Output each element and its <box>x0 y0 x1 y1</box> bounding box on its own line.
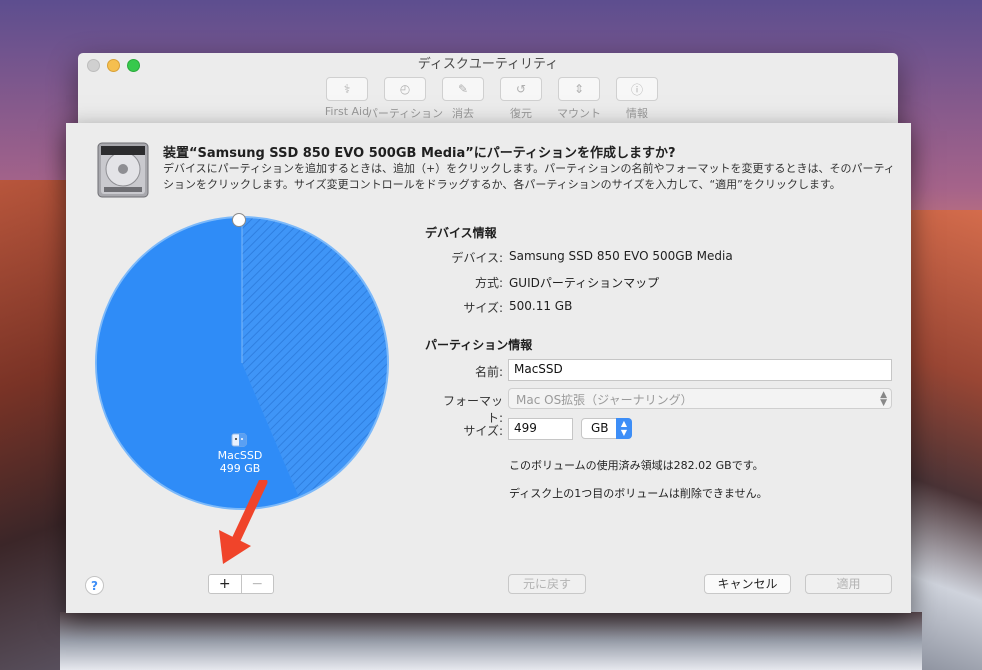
info-icon[interactable]: ⓘ <box>616 77 658 101</box>
device-size-value: 500.11 GB <box>509 299 573 313</box>
toolbar-label: 消去 <box>452 107 474 120</box>
device-label: デバイス: <box>451 251 503 265</box>
add-partition-button[interactable]: + <box>209 575 242 593</box>
toolbar-label: パーティション <box>366 107 444 120</box>
minimize-button[interactable] <box>107 59 120 72</box>
zoom-button[interactable] <box>127 59 140 72</box>
chevron-updown-icon: ▲ ▼ <box>880 390 887 408</box>
toolbar-label: マウント <box>557 107 601 120</box>
toolbar-mount[interactable]: ⇕ マウント <box>550 77 608 121</box>
chevron-updown-icon: ▲ ▼ <box>616 418 632 439</box>
size-unit-popup[interactable]: GB ▲ ▼ <box>581 418 632 439</box>
cancel-button[interactable]: キャンセル <box>704 574 791 594</box>
close-button[interactable] <box>87 59 100 72</box>
partition-sheet: 装置“Samsung SSD 850 EVO 500GB Media”にパーティ… <box>66 123 911 613</box>
desktop-wallpaper-right <box>902 210 982 670</box>
toolbar-label: First Aid <box>324 105 370 118</box>
revert-button[interactable]: 元に戻す <box>508 574 586 594</box>
partition-info-title: パーティション情報 <box>425 338 533 352</box>
format-value: Mac OS拡張（ジャーナリング） <box>516 393 693 407</box>
device-info-title: デバイス情報 <box>425 226 497 240</box>
window-title: ディスクユーティリティ <box>417 57 559 72</box>
partition-size-input[interactable]: 499 <box>508 418 573 440</box>
sheet-heading: 装置“Samsung SSD 850 EVO 500GB Media”にパーティ… <box>163 146 676 161</box>
toolbar-partition[interactable]: ◴ パーティション <box>367 77 443 121</box>
toolbar-restore[interactable]: ↺ 復元 <box>492 77 550 121</box>
device-size-label: サイズ: <box>463 301 503 315</box>
delete-note: ディスク上の1つ目のボリュームは削除できません。 <box>509 487 768 500</box>
mount-icon[interactable]: ⇕ <box>558 77 600 101</box>
pie-partition-name: MacSSD <box>217 449 263 462</box>
apply-button[interactable]: 適用 <box>805 574 892 594</box>
restore-icon[interactable]: ↺ <box>500 77 542 101</box>
help-button[interactable]: ? <box>85 576 104 595</box>
pie-partition-size: 499 GB <box>219 462 261 475</box>
hard-drive-icon <box>97 142 149 198</box>
used-space-note: このボリュームの使用済み領域は282.02 GBです。 <box>509 459 764 472</box>
volume-finder-icon <box>231 433 247 447</box>
size-unit-value: GB <box>591 421 609 435</box>
format-label: フォーマット: <box>442 394 503 425</box>
format-popup[interactable]: Mac OS拡張（ジャーナリング） ▲ ▼ <box>508 388 892 409</box>
partition-icon[interactable]: ◴ <box>384 77 426 101</box>
add-remove-control: + − <box>208 574 274 594</box>
toolbar: ⚕ First Aid ◴ パーティション ✎ 消去 ↺ 復元 ⇕ マウント ⓘ… <box>318 77 666 121</box>
name-label: 名前: <box>474 365 503 379</box>
resize-handle[interactable] <box>232 213 246 227</box>
toolbar-info[interactable]: ⓘ 情報 <box>608 77 666 121</box>
stethoscope-icon[interactable]: ⚕ <box>326 77 368 101</box>
partition-name-input[interactable]: MacSSD <box>508 359 892 381</box>
toolbar-label: 情報 <box>626 107 648 120</box>
scheme-label: 方式: <box>474 276 503 290</box>
annotation-arrow-icon <box>219 480 268 564</box>
device-value: Samsung SSD 850 EVO 500GB Media <box>509 249 733 263</box>
scheme-value: GUIDパーティションマップ <box>509 276 660 290</box>
sheet-description: デバイスにパーティションを追加するときは、追加（+）をクリックします。パーティシ… <box>163 162 895 191</box>
desktop-wallpaper-bottom <box>60 612 922 670</box>
toolbar-erase[interactable]: ✎ 消去 <box>434 77 492 121</box>
erase-icon[interactable]: ✎ <box>442 77 484 101</box>
title-bar: ディスクユーティリティ <box>78 53 898 77</box>
toolbar-label: 復元 <box>510 107 532 120</box>
remove-partition-button[interactable]: − <box>242 575 274 593</box>
size-label: サイズ: <box>463 424 503 438</box>
